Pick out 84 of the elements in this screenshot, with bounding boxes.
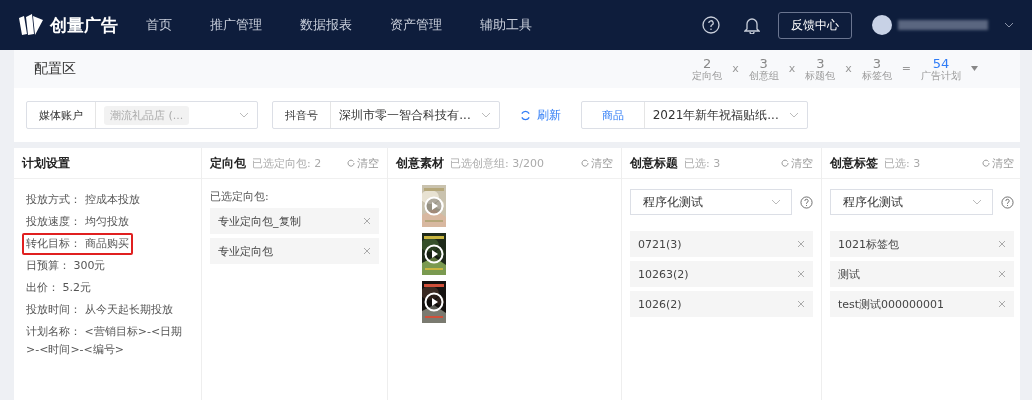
nav-item[interactable]: 资产管理 xyxy=(390,16,442,34)
mode-select[interactable]: 程序化测试 xyxy=(830,189,993,215)
close-icon[interactable] xyxy=(998,240,1006,248)
reset-icon xyxy=(982,159,990,167)
item-text: 测试 xyxy=(838,266,860,282)
close-icon[interactable] xyxy=(797,240,805,248)
selection-count: 已选: 3 xyxy=(884,155,921,171)
plan-setting: 出价： 5.2元 xyxy=(25,280,92,296)
feedback-button[interactable]: 反馈中心 xyxy=(778,11,852,39)
nav-item[interactable]: 数据报表 xyxy=(300,16,352,34)
selection-count: 已选: 3 xyxy=(684,155,721,171)
count-value: 54 xyxy=(932,56,950,71)
reset-icon xyxy=(581,159,589,167)
bell-icon[interactable] xyxy=(744,16,760,34)
filter-select[interactable]: 抖音号 深圳市零一智合科技有... xyxy=(272,101,500,129)
reset-icon xyxy=(781,159,789,167)
count-value: 3 xyxy=(872,56,881,71)
caret-icon[interactable] xyxy=(971,66,978,72)
nav-item[interactable]: 推广管理 xyxy=(210,16,262,34)
item-text: 专业定向包 xyxy=(218,243,273,259)
chevron-down-icon xyxy=(771,199,781,205)
operator: x xyxy=(732,62,739,76)
count-label: 广告计划 xyxy=(921,70,961,82)
plan-setting: 投放方式： 控成本投放 xyxy=(25,192,141,208)
list-label: 已选定向包: xyxy=(210,189,270,204)
close-icon[interactable] xyxy=(998,300,1006,308)
close-icon[interactable] xyxy=(363,217,371,225)
nav-item[interactable]: 首页 xyxy=(146,16,172,34)
plan-setting: 计划名称： <营销目标>-<日期>-<时间>-<编号> xyxy=(25,324,184,358)
field-label: 抖音号 xyxy=(273,102,332,128)
play-icon[interactable] xyxy=(424,292,444,312)
count-label: 标题包 xyxy=(805,70,836,82)
plan-setting: 投放速度： 均匀投放 xyxy=(25,214,130,230)
item-text: 0721(3) xyxy=(638,237,682,251)
chevron-down-icon xyxy=(480,112,491,118)
panel-title: 创意标题 xyxy=(630,154,678,172)
item-text: 1021标签包 xyxy=(838,236,899,252)
item-text: 1026(2) xyxy=(638,297,682,311)
operator: = xyxy=(901,62,911,76)
item-text: 10263(2) xyxy=(638,267,689,281)
section-title: 配置区 xyxy=(34,60,76,78)
item-text: 专业定向包_复制 xyxy=(218,213,301,229)
count-label: 定向包 xyxy=(692,70,723,82)
chevron-down-icon[interactable] xyxy=(1004,22,1014,28)
select-value: 2021年新年祝福贴纸... xyxy=(652,106,779,124)
chevron-down-icon xyxy=(972,199,982,205)
logo-text: 创量广告 xyxy=(50,13,118,37)
field-label: 商品 xyxy=(581,102,645,128)
count-value: 3 xyxy=(759,56,768,71)
count-label: 标签包 xyxy=(861,70,892,82)
nav-item[interactable]: 辅助工具 xyxy=(480,16,532,34)
plan-setting: 投放时间： 从今天起长期投放 xyxy=(25,302,174,318)
plan-setting: 日预算： 300元 xyxy=(25,258,107,274)
panel-title: 定向包 xyxy=(210,154,246,172)
refresh-icon xyxy=(519,109,531,121)
count-value: 3 xyxy=(816,56,825,71)
close-icon[interactable] xyxy=(363,247,371,255)
item-text: test测试000000001 xyxy=(838,296,945,312)
selected-tag: 潮流礼品店 (... xyxy=(104,105,190,125)
mode-select[interactable]: 程序化测试 xyxy=(630,189,792,215)
filter-select[interactable]: 商品 2021年新年祝福贴纸... xyxy=(580,101,808,129)
account-select[interactable]: 媒体账户 潮流礼品店 (... xyxy=(26,101,259,129)
close-icon[interactable] xyxy=(797,300,805,308)
operator: x xyxy=(788,62,796,76)
refresh-button[interactable]: 刷新 xyxy=(513,105,567,125)
count-label: 创意组 xyxy=(748,70,779,82)
chevron-down-icon xyxy=(239,112,250,118)
count-value: 2 xyxy=(703,56,712,71)
reset-icon xyxy=(347,159,355,167)
chevron-down-icon xyxy=(788,112,799,118)
selection-count: 已选定向包: 2 xyxy=(252,155,322,171)
plan-setting: 转化目标： 商品购买 xyxy=(22,233,133,255)
panel-title: 创意标签 xyxy=(830,154,878,172)
close-icon[interactable] xyxy=(797,270,805,278)
logo-icon xyxy=(18,14,44,36)
panel-title: 创意素材 xyxy=(396,154,444,172)
avatar[interactable] xyxy=(872,15,892,35)
selection-count: 已选创意组: 3/200 xyxy=(450,155,544,171)
field-label: 媒体账户 xyxy=(27,102,96,128)
select-value: 深圳市零一智合科技有... xyxy=(339,106,471,124)
close-icon[interactable] xyxy=(998,270,1006,278)
play-icon[interactable] xyxy=(424,244,444,264)
operator: x xyxy=(845,62,852,76)
panel-title: 计划设置 xyxy=(22,154,70,172)
